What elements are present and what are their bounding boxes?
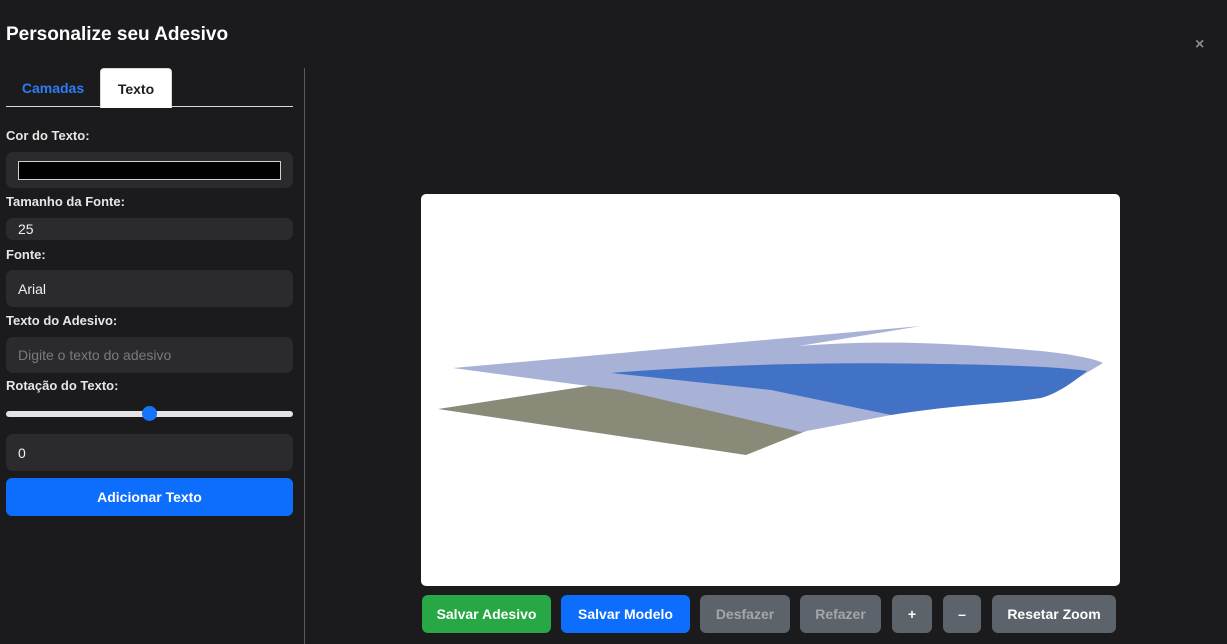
zoom-out-button[interactable]: –	[943, 595, 981, 633]
rotation-slider[interactable]	[6, 406, 293, 422]
tab-texto[interactable]: Texto	[100, 68, 172, 108]
zoom-in-button[interactable]: +	[892, 595, 932, 633]
sticker-preview	[438, 326, 1103, 455]
sticker-text-input[interactable]: Digite o texto do adesivo	[6, 337, 293, 373]
slider-thumb[interactable]	[142, 406, 157, 421]
panel-divider	[304, 68, 305, 644]
save-model-button[interactable]: Salvar Modelo	[561, 595, 690, 633]
rotation-input[interactable]: 0	[6, 434, 293, 471]
sticker-text-label: Texto do Adesivo:	[6, 313, 118, 328]
close-icon[interactable]: ×	[1195, 36, 1204, 54]
font-select[interactable]: Arial	[6, 270, 293, 307]
text-color-picker[interactable]	[6, 152, 293, 188]
left-panel: Camadas Texto Cor do Texto: Tamanho da F…	[6, 68, 293, 644]
add-text-button[interactable]: Adicionar Texto	[6, 478, 293, 516]
undo-button[interactable]: Desfazer	[700, 595, 790, 633]
rotation-label: Rotação do Texto:	[6, 378, 119, 393]
save-sticker-button[interactable]: Salvar Adesivo	[422, 595, 551, 633]
modal-title: Personalize seu Adesivo	[6, 24, 229, 45]
font-size-input[interactable]: 25	[6, 218, 293, 240]
font-size-label: Tamanho da Fonte:	[6, 194, 125, 209]
tab-bar: Camadas Texto	[6, 68, 293, 108]
sticker-canvas[interactable]	[421, 194, 1120, 586]
text-color-label: Cor do Texto:	[6, 128, 90, 143]
redo-button[interactable]: Refazer	[800, 595, 881, 633]
reset-zoom-button[interactable]: Resetar Zoom	[992, 595, 1116, 633]
sticker-text-placeholder: Digite o texto do adesivo	[18, 347, 172, 363]
tab-camadas[interactable]: Camadas	[6, 68, 100, 107]
customize-sticker-modal: Personalize seu Adesivo × Camadas Texto …	[0, 0, 1227, 644]
color-swatch	[18, 160, 281, 180]
font-label: Fonte:	[6, 247, 46, 262]
